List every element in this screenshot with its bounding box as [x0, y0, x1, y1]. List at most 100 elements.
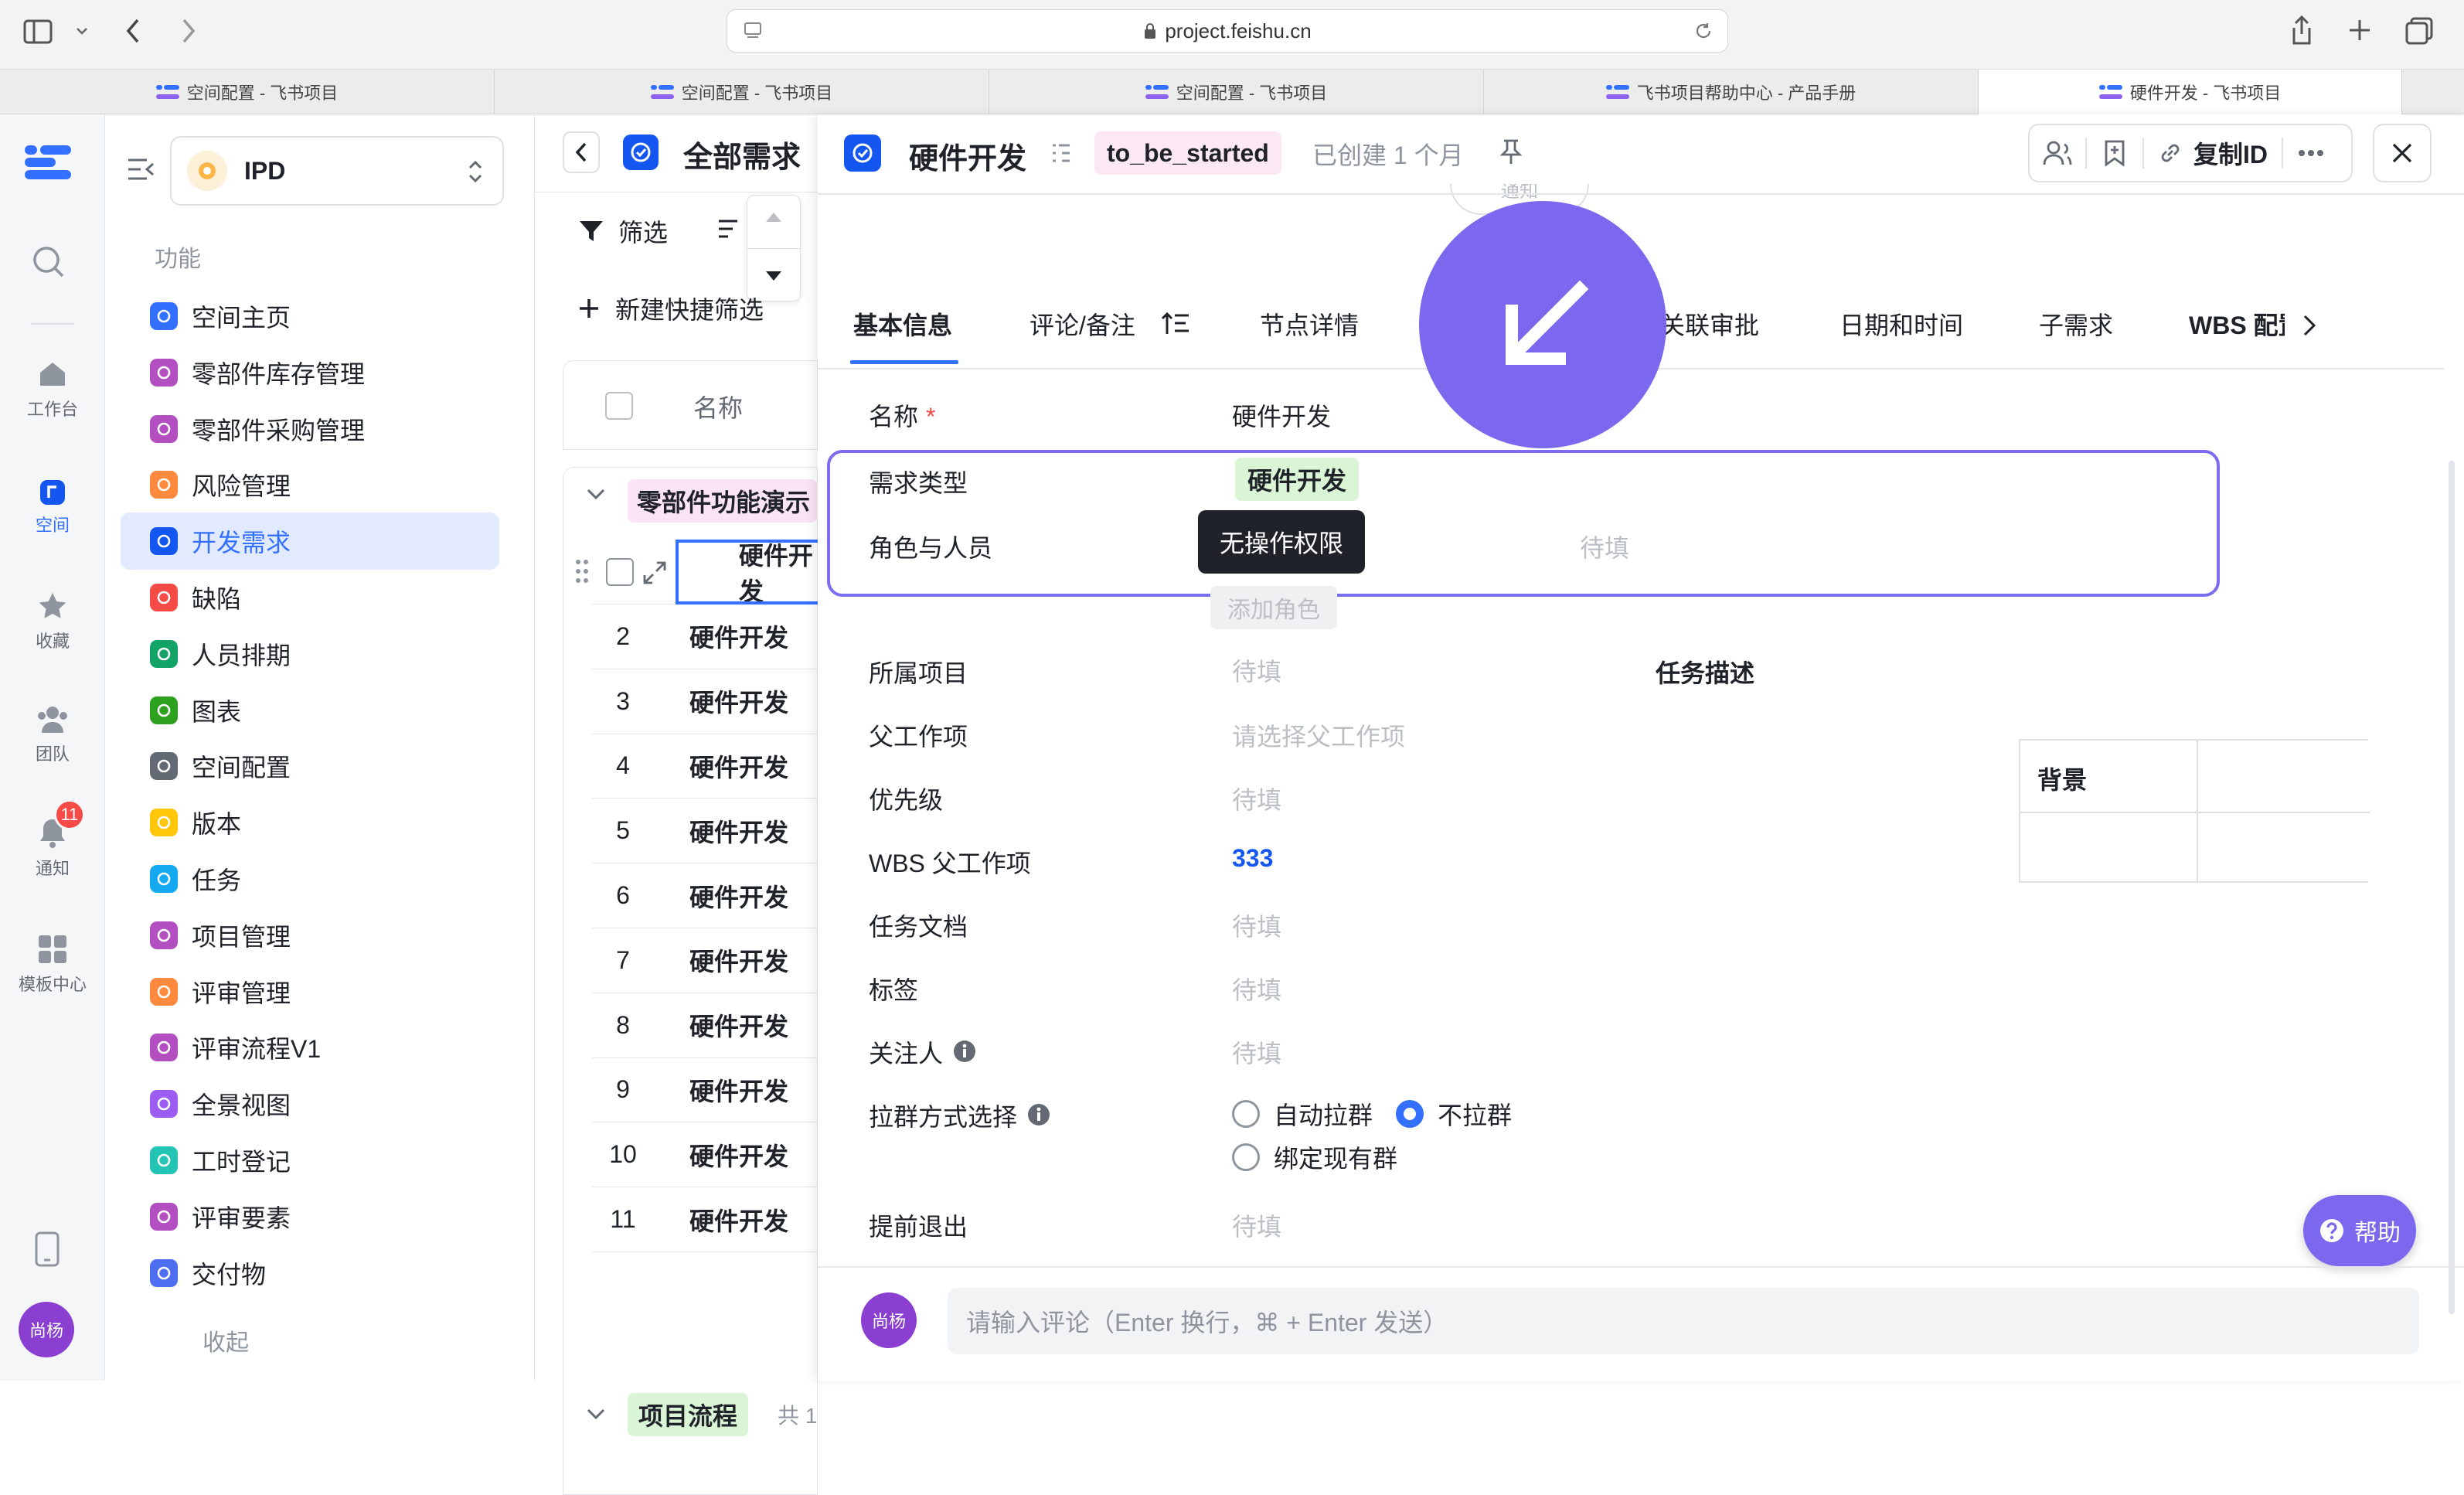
triangle-down-icon[interactable]: [764, 270, 783, 282]
tab-comments[interactable]: 评论/备注: [1030, 306, 1135, 342]
mobile-icon[interactable]: [34, 1231, 60, 1268]
more-icon[interactable]: [2283, 149, 2339, 157]
detail-title[interactable]: 硬件开发: [909, 135, 1026, 177]
row-checkbox[interactable]: [606, 558, 634, 586]
triangle-up-icon[interactable]: [764, 211, 783, 223]
filter-button[interactable]: 筛选: [578, 213, 668, 249]
sidebar-item[interactable]: 缺陷: [121, 569, 499, 626]
browser-tab-active[interactable]: 硬件开发 - 飞书项目: [1979, 70, 2402, 114]
avatar[interactable]: 尚杨: [19, 1302, 74, 1357]
selected-cell[interactable]: [676, 540, 818, 604]
group-label-project[interactable]: 项目流程: [628, 1393, 749, 1436]
row-name[interactable]: 硬件开发: [689, 1137, 788, 1173]
space-switcher[interactable]: IPD: [170, 136, 504, 206]
rail-item-favorites[interactable]: 收藏: [0, 591, 105, 652]
sidebar-item[interactable]: 零部件采购管理: [121, 400, 499, 458]
rail-item-templates[interactable]: 模板中心: [0, 934, 105, 996]
group-label[interactable]: 零部件功能演示: [628, 479, 818, 523]
row-name[interactable]: 硬件开发: [689, 1007, 788, 1043]
radio-auto-group[interactable]: 自动拉群: [1232, 1096, 1373, 1132]
address-bar[interactable]: project.feishu.cn: [727, 9, 1728, 53]
field-parent-placeholder[interactable]: 请选择父工作项: [1232, 717, 1405, 753]
collapse-link[interactable]: 收起: [202, 1323, 249, 1357]
sidebar-item[interactable]: 空间配置: [121, 737, 499, 795]
sidebar-item[interactable]: 版本: [121, 794, 499, 851]
table-row[interactable]: 7 硬件开发: [592, 928, 818, 993]
info-icon[interactable]: [952, 1039, 977, 1064]
field-name-value[interactable]: 硬件开发: [1232, 397, 1331, 433]
browser-tab[interactable]: 空间配置 - 飞书项目: [495, 70, 989, 114]
drag-handle-icon[interactable]: [575, 558, 589, 584]
row-name[interactable]: 硬件开发: [689, 618, 788, 654]
new-quick-filter-button[interactable]: 新建快捷筛选: [578, 291, 818, 326]
table-row[interactable]: 2 硬件开发: [592, 604, 818, 669]
sidebar-item[interactable]: 任务: [121, 850, 499, 908]
rail-item-team[interactable]: 团队: [0, 703, 105, 765]
sidebar-item[interactable]: 全景视图: [121, 1075, 499, 1132]
chevron-right-icon[interactable]: [2302, 314, 2317, 337]
table-row[interactable]: 4 硬件开发: [592, 734, 818, 799]
forward-icon[interactable]: [176, 17, 199, 45]
status-badge[interactable]: to_be_started: [1094, 131, 1281, 175]
field-tag-value[interactable]: 待填: [1232, 971, 1281, 1006]
table-row[interactable]: 9 硬件开发: [592, 1057, 818, 1123]
field-exit-value[interactable]: 待填: [1232, 1207, 1281, 1243]
sidebar-item[interactable]: 工时登记: [121, 1132, 499, 1189]
close-button[interactable]: [2373, 124, 2432, 182]
sidebar-item[interactable]: 风险管理: [121, 456, 499, 513]
sidebar-item[interactable]: 开发需求: [121, 513, 499, 570]
table-row[interactable]: 6 硬件开发: [592, 863, 818, 928]
browser-tab[interactable]: 空间配置 - 飞书项目: [989, 70, 1484, 114]
field-role-placeholder[interactable]: 待填: [1580, 529, 1629, 564]
sidebar-item[interactable]: 评审要素: [121, 1188, 499, 1245]
row-name[interactable]: 硬件开发: [689, 1072, 788, 1108]
sort-icon[interactable]: [717, 218, 748, 241]
sidebar-item[interactable]: 零部件库存管理: [121, 344, 499, 401]
copy-id-button[interactable]: 复制ID: [2158, 135, 2268, 171]
collapse-sidebar-icon[interactable]: [127, 156, 156, 182]
tab-basic-info[interactable]: 基本信息: [853, 306, 952, 342]
sidebar-item[interactable]: 评审流程V1: [121, 1019, 499, 1076]
radio-no-group[interactable]: 不拉群: [1396, 1096, 1512, 1132]
sort-order-icon[interactable]: [1161, 311, 1190, 337]
sidebar-item[interactable]: 交付物: [121, 1245, 499, 1302]
chevron-down-icon[interactable]: [586, 1407, 606, 1421]
new-tab-icon[interactable]: [2347, 17, 2373, 43]
share-icon[interactable]: [2288, 14, 2316, 46]
table-row[interactable]: 5 硬件开发: [592, 799, 818, 864]
browser-tab[interactable]: 飞书项目帮助中心 - 产品手册: [1484, 70, 1999, 114]
scroll-stepper[interactable]: [747, 195, 801, 301]
rail-item-notifications[interactable]: 11 通知: [0, 799, 105, 880]
tab-node-details[interactable]: 节点详情: [1260, 306, 1359, 342]
scrollbar[interactable]: [2449, 461, 2455, 1314]
search-icon[interactable]: [31, 244, 66, 280]
info-icon[interactable]: [1026, 1102, 1051, 1127]
sidebar-item[interactable]: 项目管理: [121, 907, 499, 964]
field-watcher-value[interactable]: 待填: [1232, 1034, 1281, 1070]
rail-item-workbench[interactable]: 工作台: [0, 359, 105, 421]
reload-icon[interactable]: [1693, 21, 1714, 41]
background-table[interactable]: 背景: [2019, 739, 2370, 883]
sidebar-item[interactable]: 评审管理: [121, 963, 499, 1020]
field-task-doc-value[interactable]: 待填: [1232, 908, 1281, 943]
tab-overview-icon[interactable]: [2404, 15, 2435, 46]
bookmark-add-icon[interactable]: [2087, 139, 2142, 167]
row-name[interactable]: 硬件开发: [689, 748, 788, 784]
row-name[interactable]: 硬件开发: [689, 942, 788, 978]
browser-tab[interactable]: 空间配置 - 飞书项目: [0, 70, 495, 114]
tab-wbs-config[interactable]: WBS 配置: [2189, 306, 2285, 342]
table-row[interactable]: 8 硬件开发: [592, 993, 818, 1058]
back-button[interactable]: [563, 131, 600, 173]
back-icon[interactable]: [122, 17, 145, 45]
rail-item-space[interactable]: 空间: [0, 479, 105, 536]
field-wbs-parent-value[interactable]: 333: [1232, 844, 1273, 873]
sidebar-item[interactable]: 图表: [121, 682, 499, 739]
select-all-checkbox[interactable]: [605, 392, 633, 420]
tab-sub-requirements[interactable]: 子需求: [2039, 306, 2113, 342]
tab-date-time[interactable]: 日期和时间: [1839, 306, 1963, 342]
members-icon[interactable]: [2030, 140, 2085, 166]
table-row[interactable]: 11 硬件开发: [592, 1187, 818, 1252]
chevron-down-icon[interactable]: [586, 487, 606, 501]
type-tag[interactable]: 硬件开发: [1235, 458, 1360, 501]
field-project-value[interactable]: 待填: [1232, 652, 1281, 688]
